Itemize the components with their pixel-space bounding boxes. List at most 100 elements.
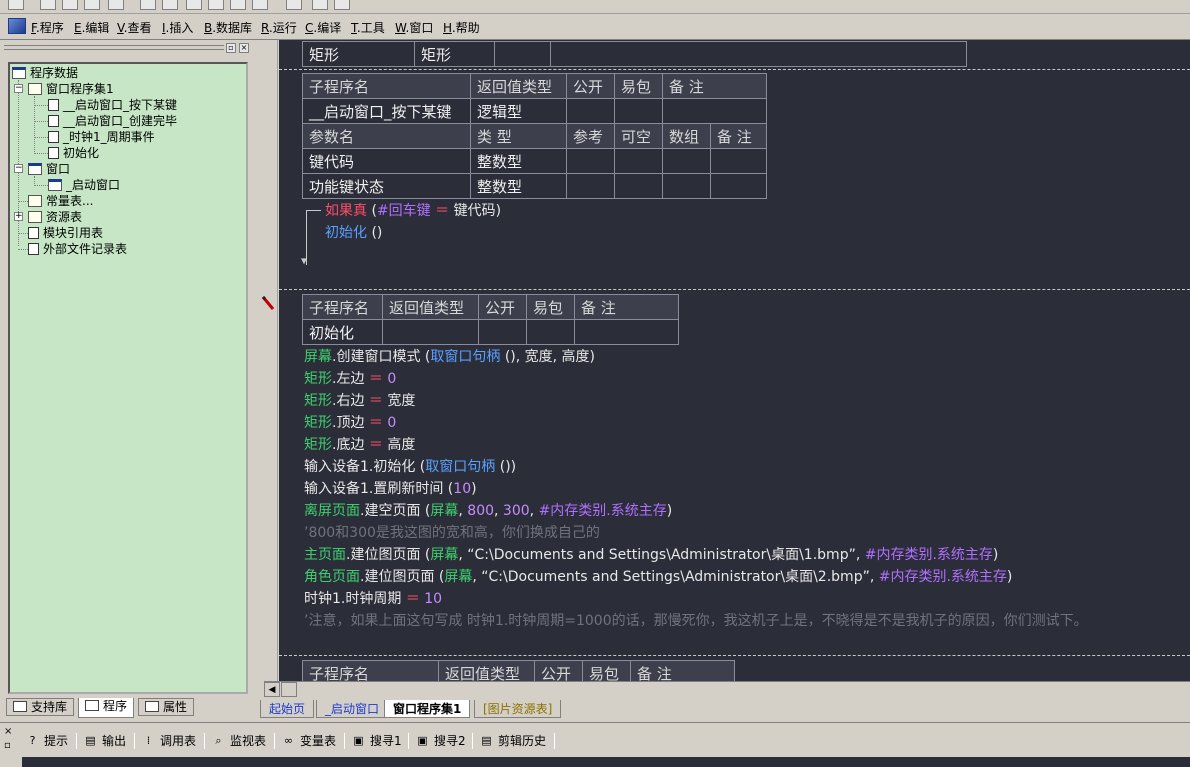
table-cell[interactable]: 矩形 <box>302 41 415 67</box>
tree-item-root[interactable]: 程序数据 <box>12 65 78 81</box>
tab-call-stack[interactable]: ⁞ 调用表 <box>140 731 196 751</box>
tab-search-2[interactable]: ▣ 搜寻2 <box>414 731 465 751</box>
code-line[interactable]: 矩形.右边 ＝ 宽度 <box>304 390 415 412</box>
editor-gutter[interactable] <box>258 40 278 681</box>
table-cell[interactable] <box>550 41 967 67</box>
menu-window[interactable]: W.窗口 <box>395 19 433 36</box>
tab-clipboard-history[interactable]: ▤ 剪辑历史 <box>478 731 546 751</box>
table-cell[interactable]: 初始化 <box>302 319 383 345</box>
toolbar-button-icon[interactable] <box>84 0 100 10</box>
tree-item-sub[interactable]: 初始化 <box>48 145 99 161</box>
menu-edit[interactable]: E.编辑 <box>74 19 109 36</box>
tab-program[interactable]: 程序 <box>78 698 135 718</box>
code-line[interactable]: ’800和300是我这图的宽和高，你们换成自己的 <box>304 522 600 544</box>
collapse-icon[interactable]: − <box>14 84 23 93</box>
code-line[interactable]: 输入设备1.置刷新时间 (10) <box>304 478 477 500</box>
tree-item-sub[interactable]: __启动窗口_创建完毕 <box>48 113 177 129</box>
toolbar-button-icon[interactable] <box>108 0 124 10</box>
table-cell[interactable] <box>662 173 711 199</box>
tab-watch[interactable]: ⌕ 监视表 <box>210 731 266 751</box>
table-cell[interactable] <box>710 173 767 199</box>
pin-icon[interactable]: ▫ <box>4 741 11 751</box>
code-line[interactable]: ’注意，如果上面这句写成 时钟1.时钟周期=1000的话，那慢死你，我这机子上是… <box>304 610 1088 632</box>
table-cell[interactable]: 整数型 <box>470 148 567 174</box>
menu-tools[interactable]: T.工具 <box>351 19 385 36</box>
code-line[interactable]: 初始化 () <box>325 222 382 244</box>
table-cell[interactable] <box>566 173 615 199</box>
toolbar-button-icon[interactable] <box>286 0 302 10</box>
table-cell[interactable] <box>494 41 551 67</box>
table-cell[interactable] <box>566 148 615 174</box>
menu-view[interactable]: V.查看 <box>117 19 152 36</box>
menu-help[interactable]: H.帮助 <box>443 19 480 36</box>
menu-database[interactable]: B.数据库 <box>204 19 252 36</box>
table-cell[interactable] <box>478 319 527 345</box>
table-cell[interactable] <box>614 98 663 124</box>
tree-item-window[interactable]: _启动窗口 <box>48 177 120 193</box>
tree-item-external-files[interactable]: 外部文件记录表 <box>28 241 127 257</box>
toolbar-button-icon[interactable] <box>162 0 178 10</box>
table-cell[interactable]: 键代码 <box>302 148 471 174</box>
toolbar-button-icon[interactable] <box>230 0 246 10</box>
tab-program-set[interactable]: 窗口程序集1 <box>384 700 471 718</box>
table-cell[interactable]: 功能键状态 <box>302 173 471 199</box>
menu-compile[interactable]: C.编译 <box>305 19 341 36</box>
scroll-thumb[interactable] <box>281 682 297 697</box>
scroll-left-icon[interactable]: ◀ <box>264 682 280 697</box>
tab-search-1[interactable]: ▣ 搜寻1 <box>350 731 401 751</box>
tree-item-program-set[interactable]: 窗口程序集1 <box>28 81 114 97</box>
tab-output[interactable]: ▤ 输出 <box>82 731 126 751</box>
table-cell[interactable] <box>574 319 679 345</box>
tab-hint[interactable]: ? 提示 <box>24 731 68 751</box>
code-line[interactable]: 屏幕.创建窗口模式 (取窗口句柄 (), 宽度, 高度) <box>304 346 595 368</box>
tab-variables[interactable]: ∞ 变量表 <box>280 731 336 751</box>
code-line[interactable]: 时钟1.时钟周期 ＝ 10 <box>304 588 442 610</box>
table-cell[interactable] <box>382 319 479 345</box>
toolbar-button-icon[interactable] <box>334 0 350 10</box>
code-editor[interactable]: 矩形 矩形 子程序名 返回值类型 公开 易包 备 注 __启动窗口_按下某键 逻… <box>279 40 1190 681</box>
code-line[interactable]: 矩形.底边 ＝ 高度 <box>304 434 415 456</box>
code-line[interactable]: 角色页面.建位图页面 (屏幕, “C:\Documents and Settin… <box>304 566 1012 588</box>
tree-item-constants[interactable]: 常量表... <box>28 193 93 209</box>
table-cell[interactable]: 整数型 <box>470 173 567 199</box>
menu-run[interactable]: R.运行 <box>261 19 297 36</box>
code-line[interactable]: 主页面.建位图页面 (屏幕, “C:\Documents and Setting… <box>304 544 998 566</box>
table-cell[interactable]: __启动窗口_按下某键 <box>302 98 471 124</box>
close-icon[interactable]: × <box>4 727 12 737</box>
tree-item-module-refs[interactable]: 模块引用表 <box>28 225 103 241</box>
menu-insert[interactable]: I.插入 <box>162 19 193 36</box>
toolbar-button-icon[interactable] <box>312 0 328 10</box>
tab-startup-window[interactable]: _启动窗口 <box>316 700 389 718</box>
expand-icon[interactable]: + <box>14 212 23 221</box>
toolbar-button-icon[interactable] <box>252 0 268 10</box>
table-cell[interactable]: 逻辑型 <box>470 98 567 124</box>
menu-program[interactable]: F.程序 <box>31 19 64 36</box>
tab-image-resources[interactable]: [图片资源表] <box>474 700 562 718</box>
collapse-icon[interactable]: − <box>14 164 23 173</box>
toolbar-button-icon[interactable] <box>186 0 202 10</box>
toolbar-button-icon[interactable] <box>140 0 156 10</box>
table-cell[interactable] <box>614 173 663 199</box>
code-line[interactable]: 矩形.顶边 ＝ 0 <box>304 412 396 434</box>
tab-start-page[interactable]: 起始页 <box>260 700 315 718</box>
tree-item-windows[interactable]: 窗口 <box>28 161 70 177</box>
table-cell[interactable] <box>566 98 615 124</box>
toolbar-button-icon[interactable] <box>208 0 224 10</box>
table-cell[interactable] <box>662 148 711 174</box>
tree-item-sub[interactable]: _时钟1_周期事件 <box>48 129 155 145</box>
tree-item-resources[interactable]: 资源表 <box>28 209 82 225</box>
code-line[interactable]: 离屏页面.建空页面 (屏幕, 800, 300, #内存类别.系统主存) <box>304 500 672 522</box>
horizontal-scrollbar[interactable]: ◀ <box>264 681 1190 697</box>
code-line[interactable]: 输入设备1.初始化 (取窗口句柄 ()) <box>304 456 516 478</box>
table-cell[interactable]: 矩形 <box>414 41 495 67</box>
table-cell[interactable] <box>662 98 767 124</box>
toolbar-button-icon[interactable] <box>40 0 56 10</box>
maximize-icon[interactable]: ▫ <box>226 43 236 53</box>
code-line[interactable]: 如果真 (#回车键 ＝ 键代码) <box>325 200 501 222</box>
table-cell[interactable] <box>526 319 575 345</box>
tab-properties[interactable]: 属性 <box>138 698 195 716</box>
table-cell[interactable] <box>614 148 663 174</box>
toolbar-button-icon[interactable] <box>8 0 24 10</box>
tree-item-sub[interactable]: __启动窗口_按下某键 <box>48 97 177 113</box>
code-line[interactable]: 矩形.左边 ＝ 0 <box>304 368 396 390</box>
